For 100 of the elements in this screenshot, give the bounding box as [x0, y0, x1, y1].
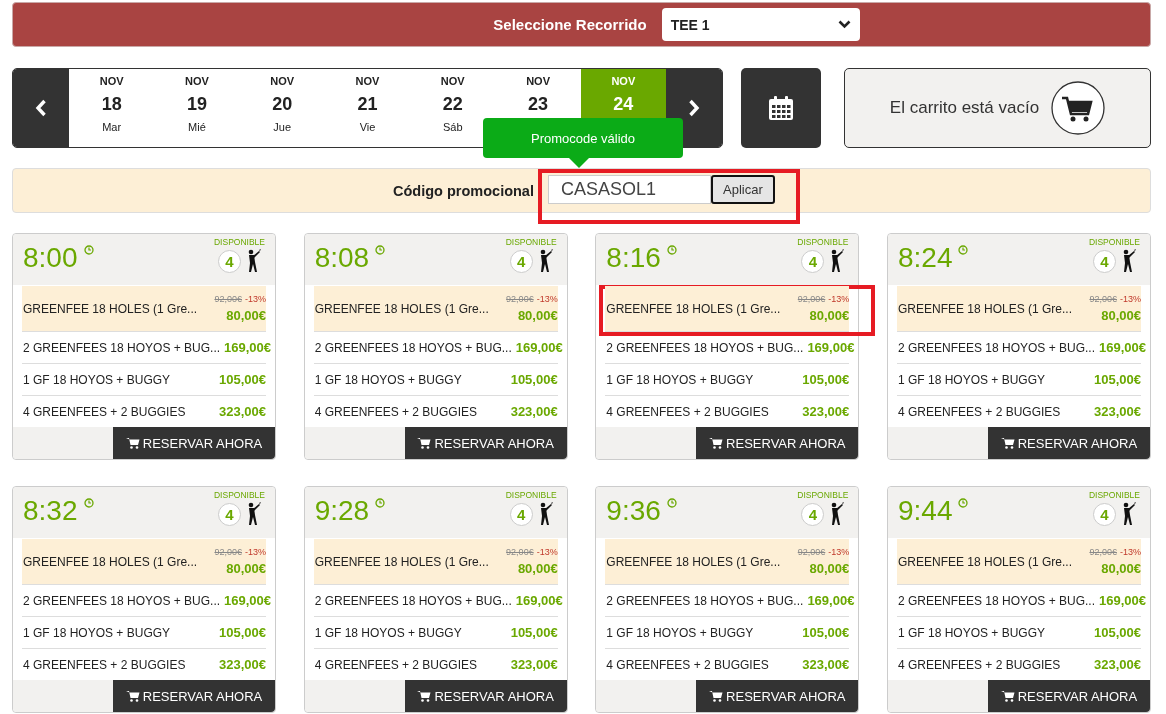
rate-name: GREENFEE 18 HOLES (1 Gre...: [605, 554, 781, 569]
rate-name: 4 GREENFEES + 2 BUGGIES: [313, 657, 478, 672]
rate-price: 169,00€: [515, 340, 563, 356]
rate-row[interactable]: 4 GREENFEES + 2 BUGGIES 323,00€: [605, 649, 850, 681]
rate-price: 105,00€: [219, 372, 266, 388]
rate-name: 4 GREENFEES + 2 BUGGIES: [22, 404, 186, 419]
rate-price: 105,00€: [510, 372, 558, 388]
rate-row[interactable]: 1 GF 18 HOYOS + BUGGY 105,00€: [605, 364, 850, 397]
rate-row[interactable]: GREENFEE 18 HOLES (1 Gre... 92,00€ -13% 80,00€: [22, 286, 266, 333]
book-button[interactable]: RESERVAR AHORA: [987, 680, 1150, 712]
book-button[interactable]: RESERVAR AHORA: [113, 680, 275, 712]
book-button[interactable]: RESERVAR AHORA: [404, 427, 567, 459]
rate-name: 1 GF 18 HOYOS + BUGGY: [22, 372, 171, 387]
book-button[interactable]: RESERVAR AHORA: [987, 427, 1150, 459]
book-button[interactable]: RESERVAR AHORA: [696, 680, 859, 712]
rate-row[interactable]: 1 GF 18 HOYOS + BUGGY 105,00€: [896, 617, 1141, 650]
rate-row[interactable]: 1 GF 18 HOYOS + BUGGY 105,00€: [896, 364, 1141, 397]
tooltip-pointer-icon: [569, 158, 589, 168]
discount-percent: -13%: [536, 294, 558, 305]
calendar-button[interactable]: [741, 68, 821, 148]
rate-row[interactable]: GREENFEE 18 HOLES (1 Gre... 92,00€ -13% 80,00€: [896, 539, 1141, 586]
original-price: 92,00€: [797, 547, 826, 558]
rate-row[interactable]: 4 GREENFEES + 2 BUGGIES 323,00€: [313, 649, 558, 681]
rate-name: GREENFEE 18 HOLES (1 Gre...: [605, 301, 781, 316]
clock-icon: [83, 245, 94, 255]
clock-icon: [666, 498, 677, 508]
rate-price: 169,00€: [224, 340, 272, 356]
apply-button[interactable]: Aplicar: [711, 175, 775, 204]
book-button[interactable]: RESERVAR AHORA: [404, 680, 567, 712]
rate-name: GREENFEE 18 HOLES (1 Gre...: [313, 301, 489, 316]
players-count: 4: [801, 502, 825, 526]
rate-price: 323,00€: [219, 404, 266, 420]
players-count: 4: [218, 249, 241, 273]
rate-price: 323,00€: [1093, 404, 1141, 420]
discount-percent: -13%: [1119, 547, 1141, 558]
rate-row[interactable]: 1 GF 18 HOYOS + BUGGY 105,00€: [313, 617, 558, 650]
rate-row[interactable]: GREENFEE 18 HOLES (1 Gre... 92,00€ -13% 80,00€: [313, 286, 558, 333]
rate-price: 323,00€: [510, 657, 558, 673]
rate-row[interactable]: 4 GREENFEES + 2 BUGGIES 323,00€: [22, 396, 266, 428]
rate-row[interactable]: 1 GF 18 HOYOS + BUGGY 105,00€: [605, 617, 850, 650]
rate-name: 1 GF 18 HOYOS + BUGGY: [605, 372, 754, 387]
rate-name: GREENFEE 18 HOLES (1 Gre...: [22, 554, 198, 569]
clock-icon: [83, 498, 94, 508]
rate-price: 105,00€: [802, 625, 850, 641]
players-count: 4: [509, 502, 533, 526]
availability-label: DISPONIBLE: [1088, 490, 1140, 500]
rate-price: 105,00€: [1093, 372, 1141, 388]
promo-code-field[interactable]: CASASOL1: [548, 175, 711, 204]
availability-label: DISPONIBLE: [505, 490, 557, 500]
cart-status: El carrito está vacío: [889, 98, 1040, 118]
rate-row[interactable]: 4 GREENFEES + 2 BUGGIES 323,00€: [313, 396, 558, 428]
rate-price: 80,00€: [517, 308, 558, 324]
rate-name: 1 GF 18 HOYOS + BUGGY: [605, 625, 754, 640]
discount-percent: -13%: [245, 294, 266, 305]
original-price: 92,00€: [797, 294, 826, 305]
tee-time: 8:00: [23, 242, 78, 274]
chevron-right-icon: [687, 99, 700, 117]
rate-price: 323,00€: [802, 657, 850, 673]
rate-row[interactable]: 1 GF 18 HOYOS + BUGGY 105,00€: [313, 364, 558, 397]
rate-price: 169,00€: [515, 593, 563, 609]
rate-name: 2 GREENFEES 18 HOYOS + BUG...: [896, 593, 1096, 608]
rate-name: 2 GREENFEES 18 HOYOS + BUG...: [605, 340, 804, 355]
tee-time: 9:28: [314, 495, 370, 527]
original-price: 92,00€: [1089, 547, 1117, 558]
rate-row[interactable]: 4 GREENFEES + 2 BUGGIES 323,00€: [896, 396, 1141, 428]
rate-name: 1 GF 18 HOYOS + BUGGY: [22, 625, 171, 640]
calendar-icon: [767, 94, 795, 122]
rate-name: GREENFEE 18 HOLES (1 Gre...: [896, 554, 1073, 569]
rate-row[interactable]: GREENFEE 18 HOLES (1 Gre... 92,00€ -13% 80,00€: [313, 539, 558, 586]
clock-icon: [666, 245, 677, 255]
original-price: 92,00€: [214, 547, 242, 558]
rate-row[interactable]: 4 GREENFEES + 2 BUGGIES 323,00€: [896, 649, 1141, 681]
tee-time: 8:08: [314, 242, 370, 274]
rate-row[interactable]: 4 GREENFEES + 2 BUGGIES 323,00€: [22, 649, 266, 681]
book-button[interactable]: RESERVAR AHORA: [696, 427, 859, 459]
rate-row[interactable]: 1 GF 18 HOYOS + BUGGY 105,00€: [22, 617, 266, 650]
rate-row[interactable]: GREENFEE 18 HOLES (1 Gre... 92,00€ -13% 80,00€: [605, 539, 850, 586]
cart-panel[interactable]: El carrito está vacío: [844, 68, 1151, 148]
rate-row[interactable]: 4 GREENFEES + 2 BUGGIES 323,00€: [605, 396, 850, 428]
rate-row[interactable]: GREENFEE 18 HOLES (1 Gre... 92,00€ -13% 80,00€: [605, 286, 850, 333]
original-price: 92,00€: [1089, 294, 1117, 305]
course-select[interactable]: TEE 1: [661, 8, 860, 41]
players-count: 4: [1092, 249, 1116, 273]
rate-name: GREENFEE 18 HOLES (1 Gre...: [22, 301, 198, 316]
rate-row[interactable]: GREENFEE 18 HOLES (1 Gre... 92,00€ -13% 80,00€: [896, 286, 1141, 333]
rate-row[interactable]: GREENFEE 18 HOLES (1 Gre... 92,00€ -13% 80,00€: [22, 539, 266, 586]
rate-price: 80,00€: [1101, 308, 1141, 324]
book-button[interactable]: RESERVAR AHORA: [113, 427, 275, 459]
clock-icon: [375, 245, 386, 255]
rate-row[interactable]: 1 GF 18 HOYOS + BUGGY 105,00€: [22, 364, 266, 397]
players-count: 4: [218, 502, 241, 526]
rate-name: 4 GREENFEES + 2 BUGGIES: [605, 404, 769, 419]
tee-time: 9:44: [897, 495, 953, 527]
discount-percent: -13%: [245, 547, 266, 558]
cart-icon: [709, 690, 724, 703]
rate-name: 4 GREENFEES + 2 BUGGIES: [896, 657, 1061, 672]
tee-time: 8:16: [606, 242, 661, 274]
clock-icon: [375, 498, 386, 508]
rate-price: 80,00€: [226, 308, 266, 324]
rate-price: 169,00€: [224, 593, 272, 609]
